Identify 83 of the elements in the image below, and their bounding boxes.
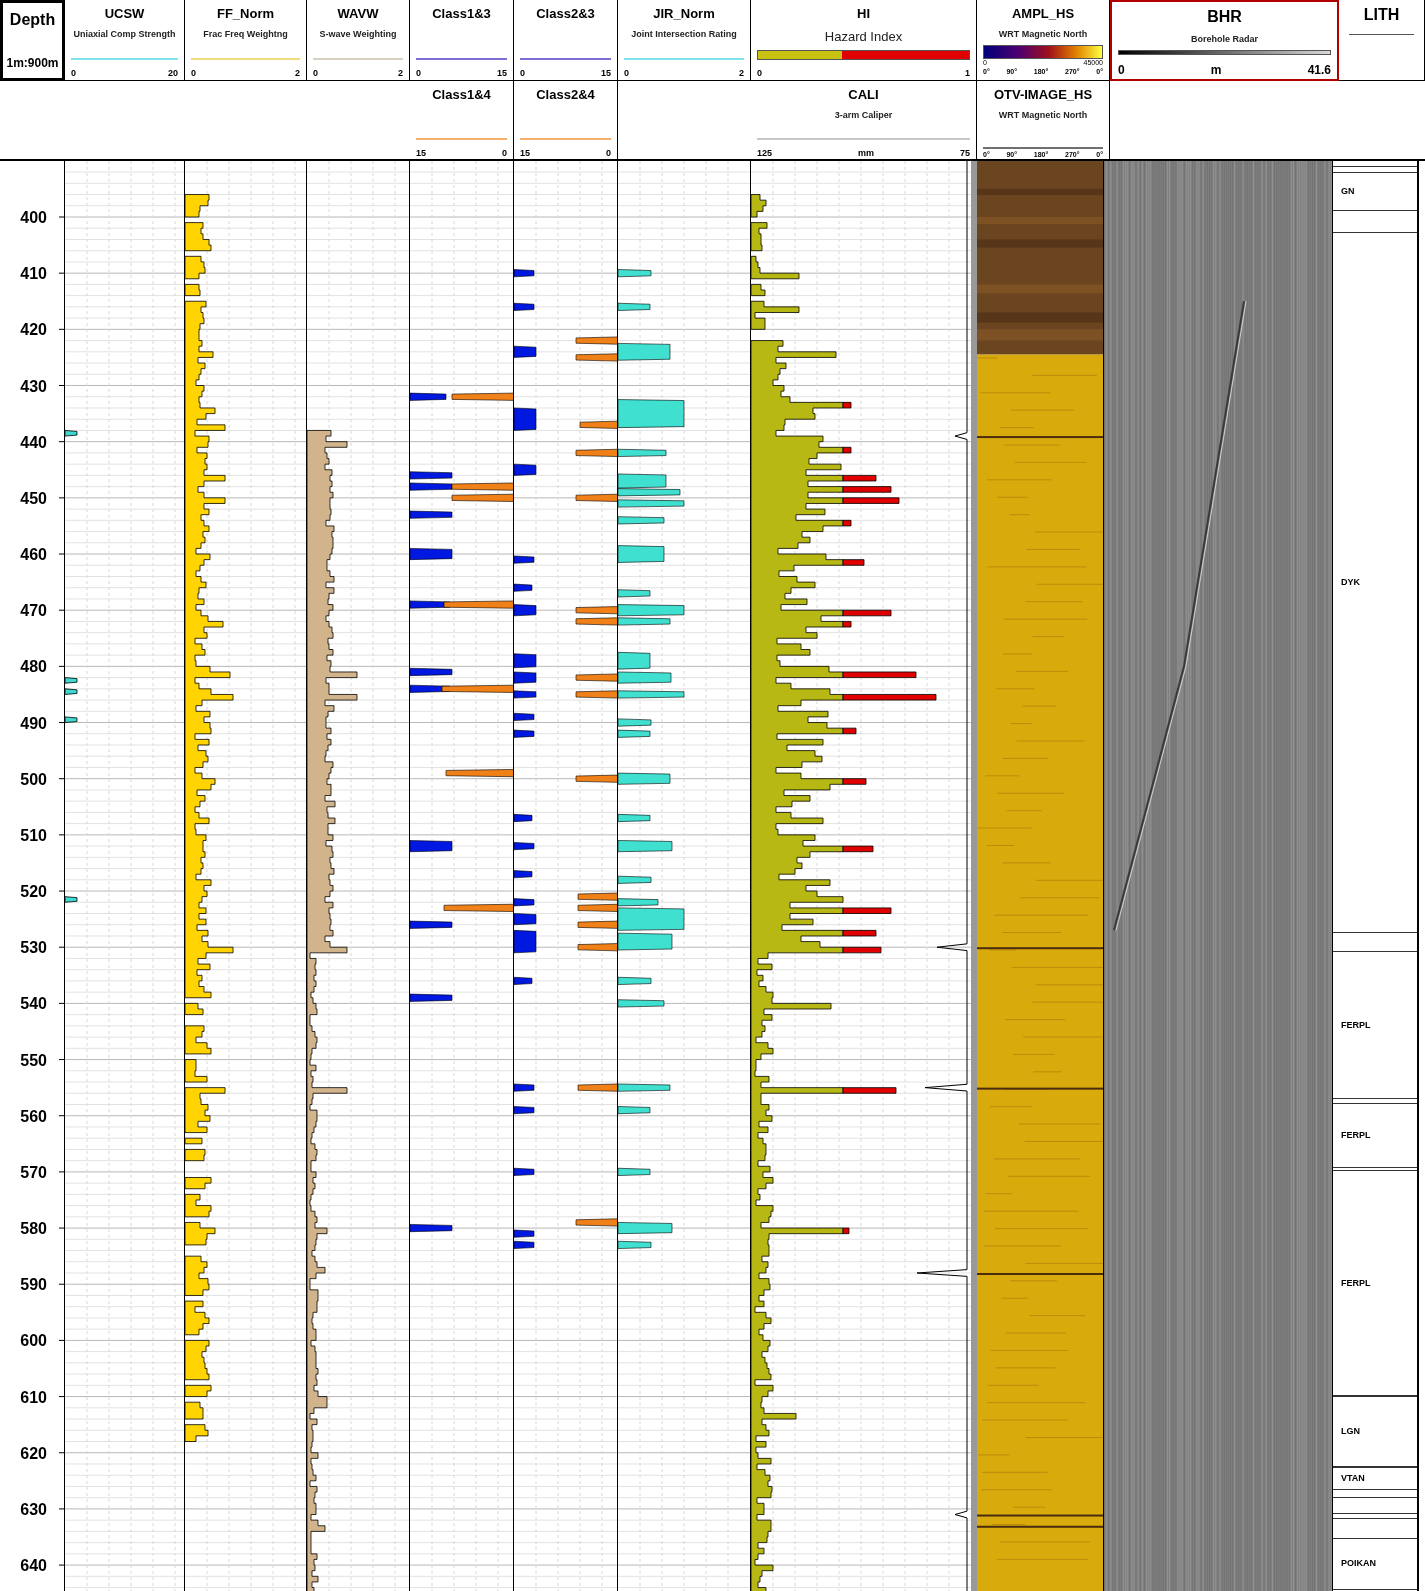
depth-label: 530 — [20, 939, 47, 957]
track-title: JIR_Norm — [653, 6, 715, 21]
track-subtitle: Uniaxial Comp Strength — [73, 29, 176, 39]
depth-label: 470 — [20, 602, 47, 620]
scale-value: 1 — [965, 68, 970, 78]
scale-value: 15 — [416, 148, 426, 158]
scale-value: 2 — [295, 68, 300, 78]
scale-value: 0 — [502, 148, 507, 158]
legend-line — [1348, 34, 1415, 35]
depth-label: 400 — [20, 209, 47, 226]
scale-value: 0 — [757, 68, 762, 78]
scale-value: 125 — [757, 148, 773, 158]
scale-value: 15 — [520, 148, 530, 158]
track-subtitle: Frac Freq Weightng — [203, 29, 288, 39]
lithology-label: LGN — [1341, 1426, 1360, 1437]
depth-label: 460 — [20, 546, 47, 563]
scale-unit: mm — [858, 148, 874, 158]
depth-label: 640 — [20, 1557, 47, 1575]
track-title: UCSW — [104, 6, 145, 21]
depth-label: 620 — [20, 1444, 47, 1462]
scale-value: 20 — [168, 68, 178, 78]
scale-unit: m — [1210, 63, 1222, 77]
scale-value: 0 — [191, 68, 196, 78]
track-subtitle: WRT Magnetic North — [998, 29, 1088, 39]
depth-label: 430 — [20, 377, 47, 395]
lithology-label: DYK — [1341, 577, 1360, 588]
track-subtitle: S-wave Weighting — [319, 29, 397, 39]
track-subtitle: Joint Intersection Rating — [631, 29, 737, 39]
depth-label: 510 — [20, 826, 47, 844]
scale-value: 15 — [601, 68, 611, 78]
lithology-label: FERPL — [1341, 1277, 1371, 1288]
track-subtitle: 3-arm Caliper — [834, 110, 893, 120]
lithology-label: VTAN — [1341, 1472, 1365, 1483]
depth-label: 540 — [20, 995, 47, 1013]
depth-label: 580 — [20, 1220, 47, 1238]
track-title: BHR — [1207, 8, 1242, 26]
depth-label: 590 — [20, 1276, 47, 1294]
depth-label: 610 — [20, 1388, 47, 1406]
depth-label: 480 — [20, 658, 47, 676]
depth-label: 450 — [20, 489, 47, 507]
track-title: CALI — [848, 87, 879, 102]
scale-value: 0 — [71, 68, 76, 78]
scale-value: 2 — [739, 68, 744, 78]
depth-label: 500 — [20, 770, 47, 788]
depth-scale: 1m:900m — [6, 56, 59, 70]
scale-value: 2 — [398, 68, 403, 78]
depth-title: Depth — [9, 11, 56, 29]
track-subtitle: Hazard Index — [824, 29, 903, 44]
track-title: HI — [857, 6, 870, 21]
scale-value: 0 — [624, 68, 629, 78]
scale-value: 0 — [520, 68, 525, 78]
lithology-label: FERPL — [1341, 1130, 1371, 1141]
depth-label: 550 — [20, 1051, 47, 1069]
track-title: Class1&3 — [432, 6, 491, 21]
scale-value: 0 — [1118, 63, 1125, 77]
track-title: FF_Norm — [216, 6, 275, 21]
scale-value: 0 — [606, 148, 611, 158]
depth-label: 410 — [20, 265, 47, 283]
depth-label: 600 — [20, 1332, 47, 1350]
depth-label: 520 — [20, 883, 47, 901]
depth-label: 440 — [20, 433, 47, 451]
depth-label: 570 — [20, 1163, 47, 1181]
track-subtitle: WRT Magnetic North — [998, 110, 1088, 120]
depth-label: 630 — [20, 1500, 47, 1518]
scale-value: 41.6 — [1307, 63, 1331, 77]
lithology-label: POIKAN — [1341, 1558, 1376, 1569]
scale-value: 0 — [313, 68, 318, 78]
track-subtitle: Borehole Radar — [1191, 34, 1258, 44]
track-title: Class2&4 — [536, 87, 595, 102]
depth-label: 560 — [20, 1107, 47, 1125]
track-title: AMPL_HS — [1011, 6, 1075, 21]
scale-value: 0 — [416, 68, 421, 78]
lithology-label: GN — [1341, 185, 1355, 196]
track-title: OTV-IMAGE_HS — [993, 87, 1093, 102]
track-title: Class2&3 — [536, 6, 595, 21]
track-title: Class1&4 — [432, 87, 491, 102]
depth-label: 420 — [20, 321, 47, 339]
lithology-label: FERPL — [1341, 1019, 1371, 1030]
track-title: LITH — [1363, 6, 1400, 24]
track-title: WAVW — [337, 6, 379, 21]
depth-label: 490 — [20, 714, 47, 732]
scale-value: 15 — [497, 68, 507, 78]
scale-value: 75 — [960, 148, 970, 158]
